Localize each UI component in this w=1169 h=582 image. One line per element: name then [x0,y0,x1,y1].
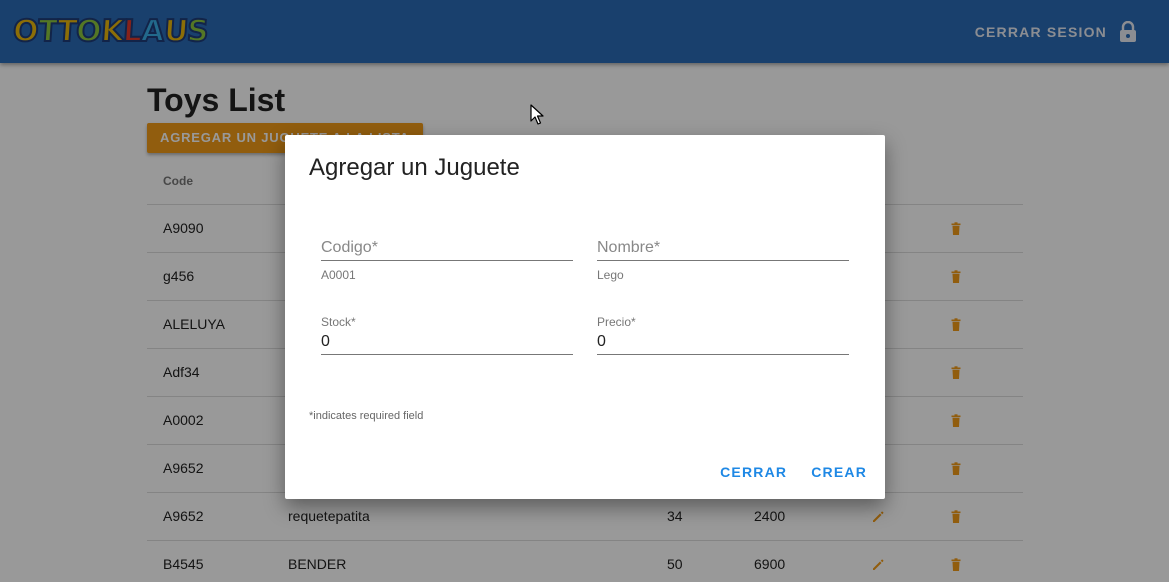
precio-label: Precio* [597,315,636,329]
crear-button[interactable]: CREAR [811,464,867,480]
nombre-helper-text: Lego [597,268,624,282]
dialog-title: Agregar un Juguete [309,154,520,181]
mouse-cursor-icon [530,104,544,125]
codigo-field: A0001 [321,235,573,282]
nombre-field: Lego [597,235,849,282]
precio-field: Precio* [597,315,849,355]
dialog-actions: CERRAR CREAR [720,464,867,480]
stock-input[interactable] [321,329,573,355]
codigo-input[interactable] [321,235,573,261]
required-field-note: *indicates required field [309,410,424,422]
add-toy-dialog: Agregar un Juguete A0001 Lego Stock* Pre… [285,135,885,499]
nombre-input[interactable] [597,235,849,261]
cerrar-button[interactable]: CERRAR [720,464,787,480]
precio-input[interactable] [597,329,849,355]
codigo-helper-text: A0001 [321,268,356,282]
stock-field: Stock* [321,315,573,355]
stock-label: Stock* [321,315,356,329]
